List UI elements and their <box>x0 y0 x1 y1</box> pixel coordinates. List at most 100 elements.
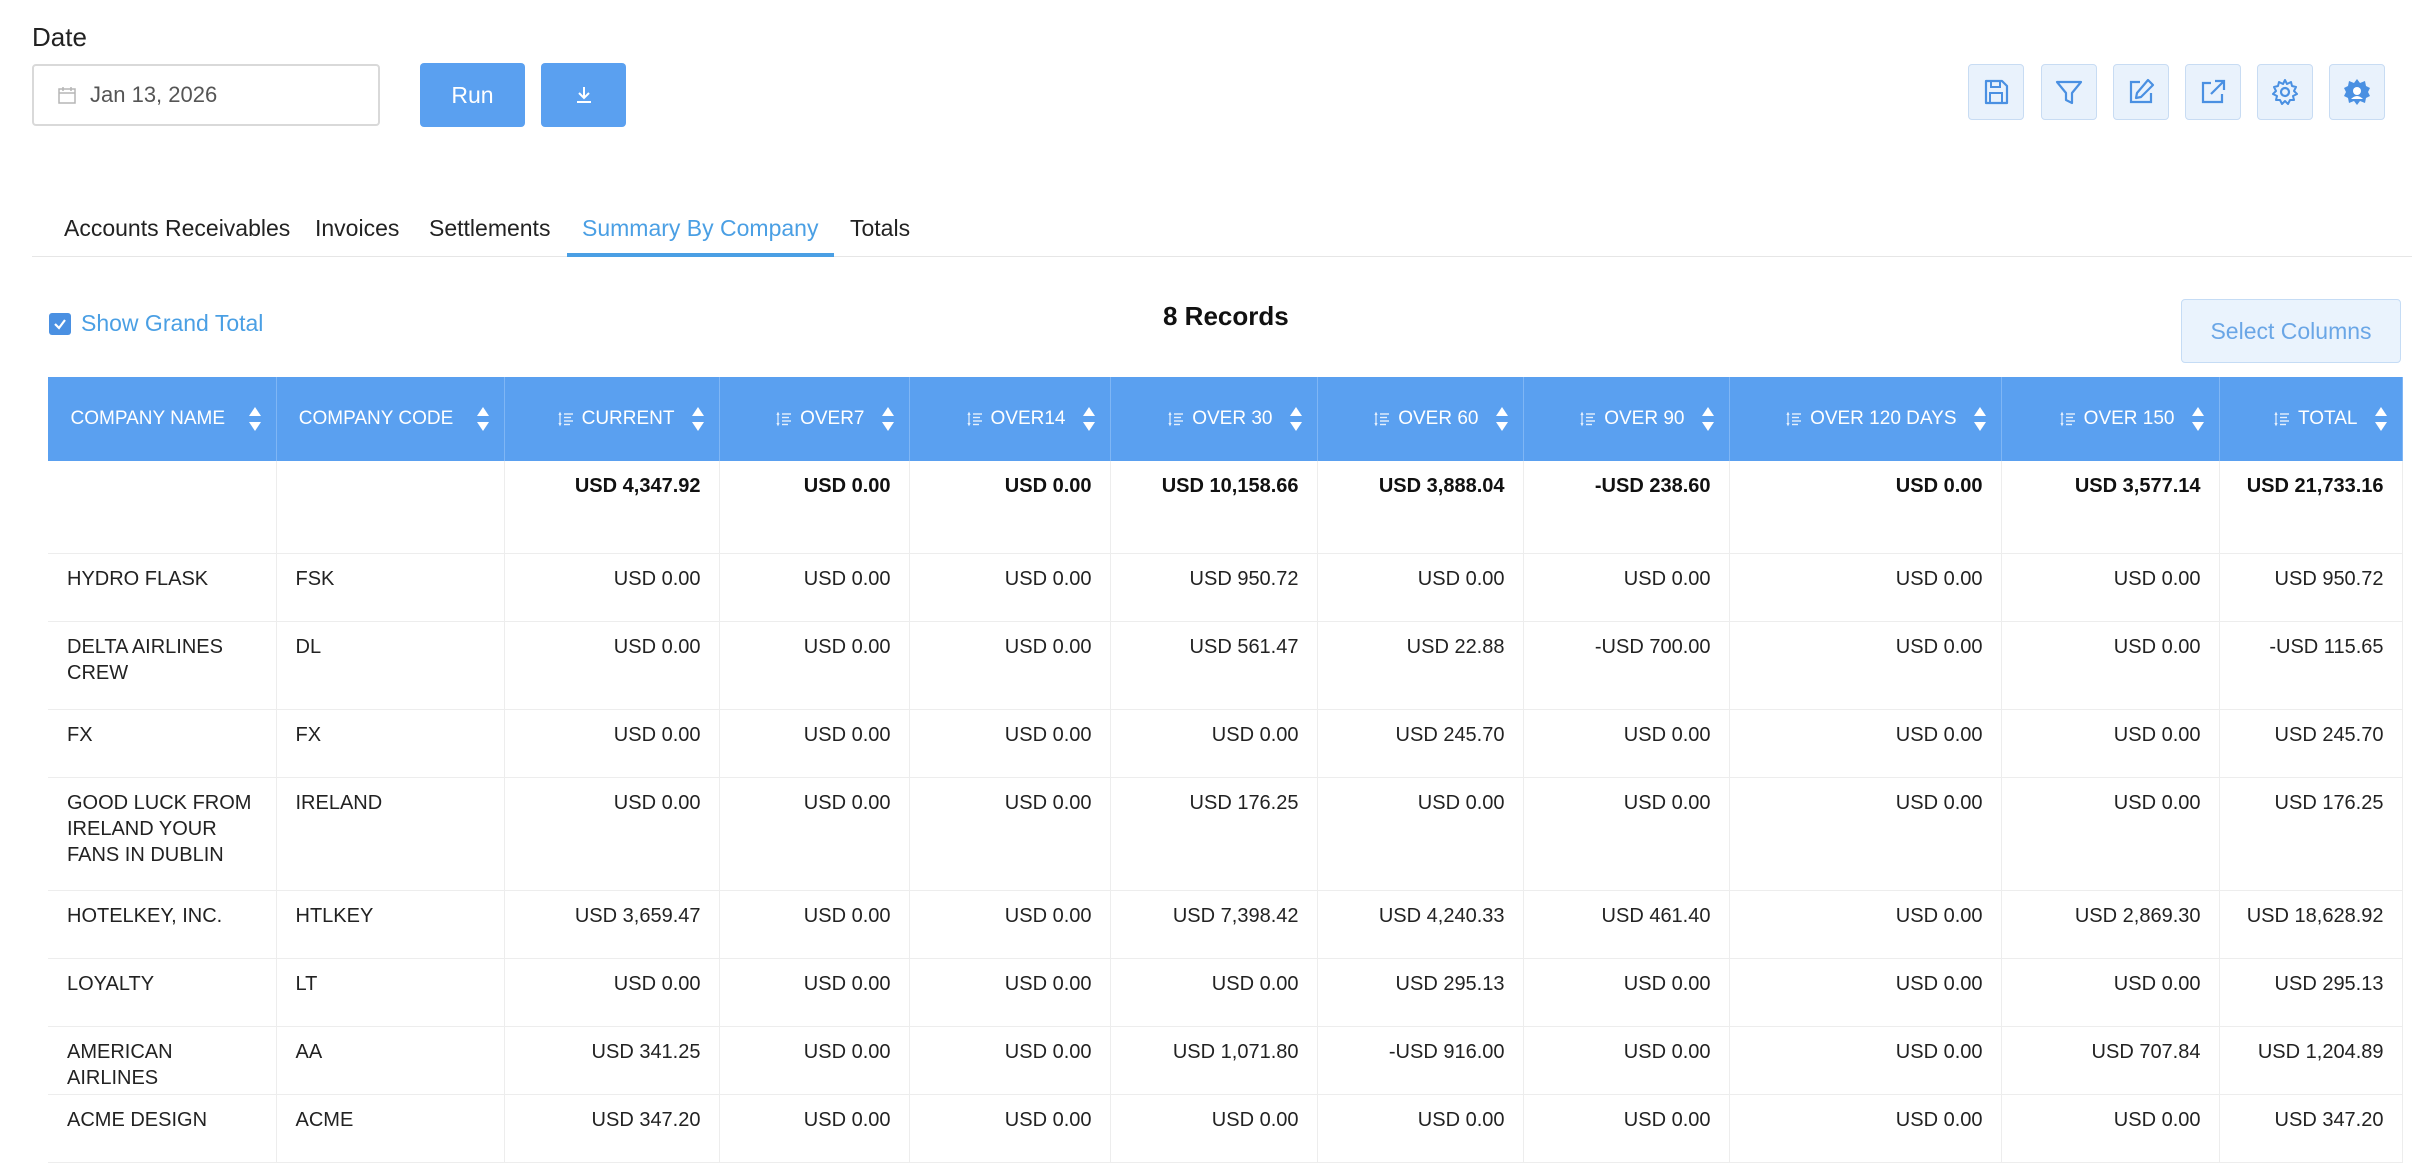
column-header-label: OVER 90 <box>1604 408 1685 429</box>
table-cell: USD 0.00 <box>1317 777 1524 891</box>
sort-icon[interactable] <box>1701 405 1715 433</box>
date-picker-input[interactable]: Jan 13, 2026 <box>32 64 380 126</box>
save-button[interactable] <box>1968 64 2024 120</box>
table-cell: -USD 115.65 <box>2219 621 2403 710</box>
table-cell: -USD 916.00 <box>1317 1026 1524 1095</box>
column-header-label: TOTAL <box>2298 408 2358 429</box>
column-header[interactable]: COMPANY NAME <box>48 377 277 461</box>
table-row[interactable]: AMERICAN AIRLINES AA USD 341.25 USD 0.00 USD… <box>48 1026 2403 1095</box>
column-header-label: OVER 120 DAYS <box>1810 408 1957 429</box>
table-cell: USD 0.00 <box>909 461 1111 554</box>
table-cell: USD 21,733.16 <box>2219 461 2403 554</box>
table-cell: USD 4,240.33 <box>1317 890 1524 959</box>
grand-total-row[interactable]: USD 4,347.92 USD 0.00 USD 0.00 USD 10,158.6… <box>48 461 2403 554</box>
table-cell: USD 0.00 <box>2001 553 2220 622</box>
external-link-icon <box>2201 79 2226 104</box>
column-header[interactable]: OVER7 <box>719 377 910 461</box>
table-row[interactable]: ACME DESIGN ACME USD 347.20 USD 0.00 USD 0.0… <box>48 1094 2403 1163</box>
table-cell: USD 347.20 <box>2219 1094 2403 1163</box>
table-cell: HTLKEY <box>276 890 505 959</box>
sort-icon[interactable] <box>2191 405 2205 433</box>
sort-icon[interactable] <box>881 405 895 433</box>
column-header[interactable]: TOTAL <box>2219 377 2403 461</box>
column-header[interactable]: OVER 30 <box>1110 377 1318 461</box>
table-cell: ACME DESIGN <box>48 1094 277 1163</box>
table-cell: USD 2,869.30 <box>2001 890 2220 959</box>
column-header[interactable]: OVER 150 <box>2001 377 2220 461</box>
show-grand-total-checkbox[interactable] <box>49 312 71 335</box>
edit-button[interactable] <box>2113 64 2169 120</box>
table-cell: USD 0.00 <box>1729 958 2002 1027</box>
table-cell: USD 3,888.04 <box>1317 461 1524 554</box>
column-header[interactable]: CURRENT <box>504 377 720 461</box>
table-row[interactable]: FX FX USD 0.00 USD 0.00 USD 0.00 USD 0.00 USD … <box>48 709 2403 778</box>
filter-button[interactable] <box>2041 64 2097 120</box>
download-button[interactable] <box>541 63 626 127</box>
table-cell: USD 0.00 <box>2001 709 2220 778</box>
tab-summary-by-company[interactable]: Summary By Company <box>582 200 818 256</box>
sort-icon[interactable] <box>1082 405 1096 433</box>
select-columns-button[interactable]: Select Columns <box>2181 299 2401 363</box>
table-cell: USD 0.00 <box>504 958 720 1027</box>
column-header[interactable]: COMPANY CODE <box>276 377 505 461</box>
table-cell: USD 0.00 <box>1317 553 1524 622</box>
column-header-label: OVER 150 <box>2083 408 2175 429</box>
column-header[interactable]: OVER 90 <box>1523 377 1730 461</box>
table-row[interactable]: GOOD LUCK FROM IRELAND YOUR FANS IN DUBL… <box>48 777 2403 891</box>
table-cell: USD 18,628.92 <box>2219 890 2403 959</box>
sort-icon[interactable] <box>476 405 490 433</box>
table-cell: USD 0.00 <box>1523 958 1730 1027</box>
sort-icon[interactable] <box>1289 405 1303 433</box>
table-cell <box>48 461 277 554</box>
table-cell: USD 0.00 <box>719 709 910 778</box>
resize-lines-icon <box>2060 411 2075 427</box>
tab-accounts-receivables[interactable]: Accounts Receivables <box>64 200 290 256</box>
table-cell: USD 176.25 <box>1110 777 1318 891</box>
table-cell: USD 0.00 <box>1110 709 1318 778</box>
run-button[interactable]: Run <box>420 63 525 127</box>
tab-invoices[interactable]: Invoices <box>315 200 399 256</box>
tab-settlements[interactable]: Settlements <box>429 200 550 256</box>
sort-icon[interactable] <box>1973 405 1987 433</box>
checkmark-icon <box>54 318 66 330</box>
report-tabs: Accounts Receivables Invoices Settlement… <box>32 200 2412 257</box>
admin-settings-button[interactable] <box>2329 64 2385 120</box>
table-cell: USD 0.00 <box>1523 777 1730 891</box>
resize-lines-icon <box>1168 411 1184 427</box>
column-header[interactable]: OVER14 <box>909 377 1111 461</box>
table-cell: USD 0.00 <box>909 553 1111 622</box>
table-cell: USD 0.00 <box>719 461 910 554</box>
table-row[interactable]: HOTELKEY, INC. HTLKEY USD 3,659.47 USD 0.00… <box>48 890 2403 959</box>
table-cell: USD 295.13 <box>2219 958 2403 1027</box>
table-cell: HYDRO FLASK <box>48 553 277 622</box>
table-cell: USD 3,577.14 <box>2001 461 2220 554</box>
table-cell: USD 176.25 <box>2219 777 2403 891</box>
table-cell: FX <box>276 709 505 778</box>
table-cell: USD 0.00 <box>2001 621 2220 710</box>
column-header[interactable]: OVER 120 DAYS <box>1729 377 2002 461</box>
tab-totals[interactable]: Totals <box>850 200 910 256</box>
table-row[interactable]: HYDRO FLASK FSK USD 0.00 USD 0.00 USD 0.00 US… <box>48 553 2403 622</box>
sort-icon[interactable] <box>2374 405 2388 433</box>
table-cell: LOYALTY <box>48 958 277 1027</box>
table-cell: USD 245.70 <box>2219 709 2403 778</box>
table-cell: AMERICAN AIRLINES <box>48 1026 277 1095</box>
column-header-label: COMPANY CODE <box>298 408 454 429</box>
table-cell: IRELAND <box>276 777 505 891</box>
column-header[interactable]: OVER 60 <box>1317 377 1524 461</box>
table-row[interactable]: LOYALTY LT USD 0.00 USD 0.00 USD 0.00 USD 0.0… <box>48 958 2403 1027</box>
sort-icon[interactable] <box>1495 405 1509 433</box>
table-row[interactable]: DELTA AIRLINES CREW DL USD 0.00 USD 0.00 USD… <box>48 621 2403 710</box>
table-cell: USD 1,071.80 <box>1110 1026 1318 1095</box>
table-cell: USD 707.84 <box>2001 1026 2220 1095</box>
settings-button[interactable] <box>2257 64 2313 120</box>
table-cell: USD 0.00 <box>1729 553 2002 622</box>
table-cell: USD 0.00 <box>1523 1094 1730 1163</box>
table-cell: USD 0.00 <box>909 1026 1111 1095</box>
open-external-button[interactable] <box>2185 64 2241 120</box>
sort-icon[interactable] <box>248 405 262 433</box>
show-grand-total-toggle[interactable]: Show Grand Total <box>49 310 263 337</box>
sort-icon[interactable] <box>691 405 705 433</box>
table-cell: DELTA AIRLINES CREW <box>48 621 277 710</box>
table-cell: USD 22.88 <box>1317 621 1524 710</box>
